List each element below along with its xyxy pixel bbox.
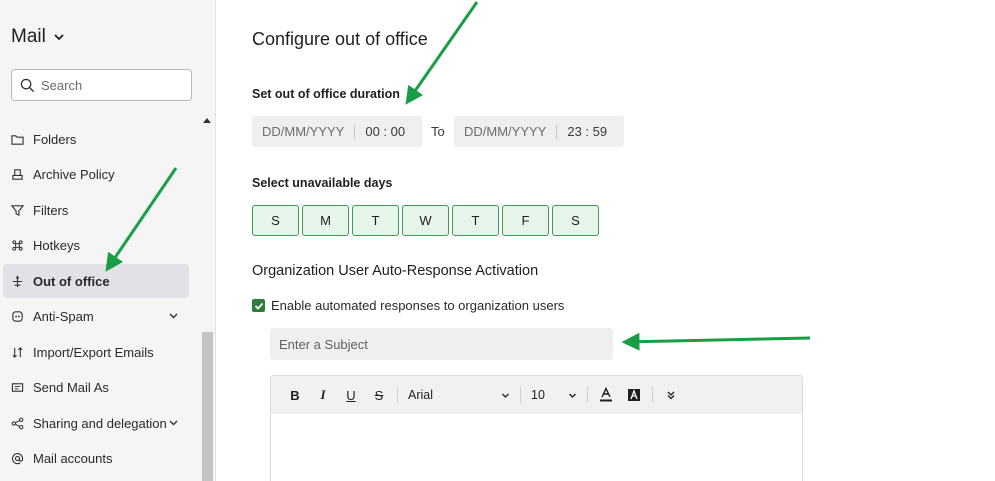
chevron-down-icon[interactable] bbox=[168, 310, 179, 321]
font-size-select[interactable]: 10 bbox=[525, 388, 583, 402]
sidebar-item-label: Send Mail As bbox=[33, 379, 109, 395]
scroll-thumb[interactable] bbox=[202, 332, 213, 481]
days-label: Select unavailable days bbox=[252, 176, 393, 190]
to-datetime-field[interactable]: DD/MM/YYYY 23 : 59 bbox=[454, 116, 624, 147]
toolbar-divider bbox=[652, 387, 653, 403]
editor-body[interactable] bbox=[271, 414, 802, 481]
sidebar-item-folders[interactable]: Folders bbox=[3, 122, 189, 156]
page-title: Configure out of office bbox=[252, 29, 428, 49]
chevron-down-icon[interactable] bbox=[168, 417, 179, 428]
search-input[interactable] bbox=[41, 77, 181, 93]
to-label: To bbox=[431, 124, 445, 139]
app-title: Mail bbox=[11, 26, 46, 47]
strikethrough-button[interactable]: S bbox=[365, 382, 393, 408]
import-export-icon bbox=[12, 346, 23, 358]
checkmark-icon bbox=[254, 302, 263, 310]
toolbar-divider bbox=[397, 387, 398, 403]
sidebar-item-anti-spam[interactable]: Anti-Spam bbox=[3, 299, 189, 333]
message-editor: B I U S Arial 10 bbox=[270, 375, 803, 481]
sidebar: Mail Folders Archive Policy Filters Hotk… bbox=[0, 0, 216, 481]
day-button-thursday[interactable]: T bbox=[452, 205, 499, 236]
italic-button[interactable]: I bbox=[309, 382, 337, 408]
at-icon bbox=[11, 452, 24, 464]
text-color-icon bbox=[600, 387, 612, 402]
sidebar-item-label: Filters bbox=[33, 202, 69, 218]
search-box[interactable] bbox=[11, 69, 192, 101]
background-color-button[interactable] bbox=[620, 382, 648, 408]
from-time[interactable]: 00 : 00 bbox=[355, 124, 405, 139]
font-size-value: 10 bbox=[531, 388, 545, 402]
from-datetime-field[interactable]: DD/MM/YYYY 00 : 00 bbox=[252, 116, 422, 147]
sidebar-item-filters[interactable]: Filters bbox=[3, 193, 189, 227]
chevron-down-icon bbox=[54, 34, 64, 41]
bold-button[interactable]: B bbox=[281, 382, 309, 408]
subject-field[interactable] bbox=[270, 328, 613, 360]
sidebar-item-label: Out of office bbox=[33, 273, 110, 289]
text-color-button[interactable] bbox=[592, 382, 620, 408]
main-content: Configure out of office Set out of offic… bbox=[217, 0, 995, 481]
day-button-saturday[interactable]: S bbox=[552, 205, 599, 236]
sidebar-item-archive-policy[interactable]: Archive Policy bbox=[3, 157, 189, 191]
to-time[interactable]: 23 : 59 bbox=[557, 124, 607, 139]
sidebar-item-label: Sharing and delegation bbox=[33, 415, 167, 431]
command-key-icon bbox=[12, 239, 23, 251]
enable-auto-response-row: Enable automated responses to organizati… bbox=[252, 298, 564, 313]
toolbar-divider bbox=[587, 387, 588, 403]
sidebar-scrollbar[interactable] bbox=[201, 112, 214, 481]
background-color-icon bbox=[628, 389, 640, 401]
subject-input[interactable] bbox=[279, 336, 599, 352]
share-icon bbox=[11, 417, 24, 429]
chevron-down-icon bbox=[569, 393, 576, 398]
more-options-button[interactable] bbox=[657, 382, 685, 408]
chevron-down-icon bbox=[502, 393, 509, 398]
auto-response-heading: Organization User Auto-Response Activati… bbox=[252, 263, 539, 279]
enable-auto-response-checkbox[interactable] bbox=[252, 299, 265, 312]
filter-icon bbox=[11, 204, 24, 216]
sidebar-item-hotkeys[interactable]: Hotkeys bbox=[3, 228, 189, 262]
font-family-value: Arial bbox=[408, 388, 434, 402]
enable-auto-response-label: Enable automated responses to organizati… bbox=[271, 298, 565, 313]
from-date-placeholder[interactable]: DD/MM/YYYY bbox=[252, 124, 354, 139]
archive-icon bbox=[12, 168, 23, 180]
sidebar-item-sharing[interactable]: Sharing and delegation bbox=[3, 406, 189, 440]
sidebar-item-label: Mail accounts bbox=[33, 450, 113, 466]
day-selector: S M T W T F S bbox=[252, 205, 599, 236]
double-chevron-down-icon bbox=[667, 391, 675, 400]
airplane-icon bbox=[12, 275, 23, 287]
send-as-icon bbox=[11, 382, 24, 392]
shield-icon bbox=[12, 310, 23, 322]
day-button-monday[interactable]: M bbox=[302, 205, 349, 236]
to-date-placeholder[interactable]: DD/MM/YYYY bbox=[454, 124, 556, 139]
duration-label: Set out of office duration bbox=[252, 87, 400, 101]
mail-app-switcher[interactable]: Mail bbox=[11, 26, 66, 48]
folder-icon bbox=[11, 134, 24, 145]
editor-toolbar: B I U S Arial 10 bbox=[271, 376, 802, 414]
search-icon bbox=[20, 78, 35, 92]
sidebar-item-out-of-office[interactable]: Out of office bbox=[3, 264, 189, 298]
sidebar-item-label: Folders bbox=[33, 131, 77, 147]
scroll-up-arrow-icon[interactable] bbox=[203, 118, 211, 123]
underline-button[interactable]: U bbox=[337, 382, 365, 408]
sidebar-item-label: Hotkeys bbox=[33, 237, 80, 253]
sidebar-item-send-mail-as[interactable]: Send Mail As bbox=[3, 370, 189, 404]
toolbar-divider bbox=[520, 387, 521, 403]
sidebar-item-label: Import/Export Emails bbox=[33, 344, 154, 360]
sidebar-item-label: Archive Policy bbox=[33, 166, 115, 182]
day-button-friday[interactable]: F bbox=[502, 205, 549, 236]
sidebar-item-label: Anti-Spam bbox=[33, 308, 94, 324]
sidebar-item-mail-accounts[interactable]: Mail accounts bbox=[3, 441, 189, 475]
day-button-wednesday[interactable]: W bbox=[402, 205, 449, 236]
font-family-select[interactable]: Arial bbox=[402, 388, 516, 402]
day-button-tuesday[interactable]: T bbox=[352, 205, 399, 236]
day-button-sunday[interactable]: S bbox=[252, 205, 299, 236]
sidebar-item-import-export[interactable]: Import/Export Emails bbox=[3, 335, 189, 369]
